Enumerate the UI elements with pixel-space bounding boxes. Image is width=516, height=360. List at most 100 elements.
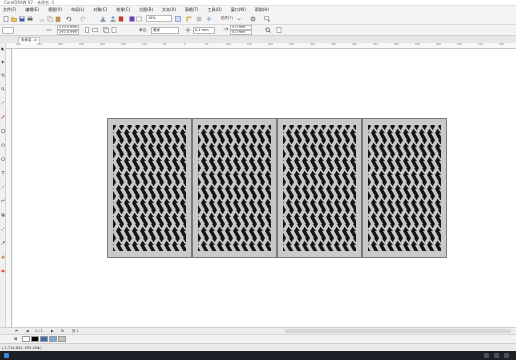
- full-screen-icon[interactable]: [175, 16, 181, 22]
- ruler-tick-label: 200: [268, 43, 273, 46]
- start-button-icon[interactable]: [4, 353, 9, 358]
- artwork-panel[interactable]: [362, 118, 447, 258]
- page-size-preset-field[interactable]: [2, 27, 14, 34]
- cut-icon[interactable]: [39, 16, 45, 22]
- ruler-tick-label: 550: [415, 43, 420, 46]
- artwork-panel[interactable]: [277, 118, 362, 258]
- page-height-field[interactable]: 297.0 mm: [57, 30, 79, 35]
- text-tool-icon[interactable]: [1, 171, 5, 175]
- landscape-icon[interactable]: [92, 27, 98, 33]
- vertical-ruler[interactable]: [6, 49, 12, 327]
- edit-page-icon[interactable]: [265, 27, 271, 33]
- menu-object[interactable]: 对象(C): [93, 7, 107, 13]
- menu-help[interactable]: 帮助(H): [255, 7, 269, 13]
- grid-icon[interactable]: [196, 16, 202, 22]
- geometric-pattern: [113, 125, 186, 251]
- rectangle-tool-icon[interactable]: [1, 129, 5, 133]
- open-folder-icon[interactable]: [11, 16, 17, 22]
- color-swatch[interactable]: [31, 336, 39, 342]
- geometric-pattern: [283, 125, 356, 251]
- standard-toolbar: 16% 贴齐(T): [0, 13, 516, 25]
- ruler-tick-label: 600: [436, 43, 441, 46]
- options-gear-icon[interactable]: [250, 16, 256, 22]
- drop-shadow-icon[interactable]: [1, 213, 5, 217]
- artistic-media-icon[interactable]: [1, 115, 5, 119]
- undo-icon[interactable]: [66, 16, 72, 22]
- ruler-tick-label: 450: [373, 43, 378, 46]
- snap-to-dropdown[interactable]: 贴齐(T): [221, 15, 233, 22]
- color-swatch[interactable]: [40, 336, 48, 342]
- crop-tool-icon[interactable]: [1, 73, 5, 77]
- tray-icon[interactable]: [484, 353, 489, 358]
- launch-dropdown-icon[interactable]: [264, 16, 270, 22]
- welcome-screen-icon[interactable]: [136, 16, 142, 22]
- interactive-fill-icon[interactable]: [1, 255, 5, 259]
- eyedropper-icon[interactable]: [1, 241, 5, 245]
- menu-edit[interactable]: 编辑(E): [25, 7, 39, 13]
- menu-text[interactable]: 文本(X): [162, 7, 176, 13]
- menu-table[interactable]: 表格(T): [185, 7, 199, 13]
- new-document-icon[interactable]: [3, 16, 9, 22]
- artwork-panel[interactable]: [107, 118, 192, 258]
- shape-tool-icon[interactable]: [1, 60, 5, 64]
- ellipse-tool-icon[interactable]: [1, 143, 5, 147]
- document-tabs: 未命名 -1 ×: [0, 36, 516, 43]
- no-fill-swatch-icon[interactable]: ⊠: [14, 335, 17, 343]
- app-launcher-icon[interactable]: [129, 16, 135, 22]
- color-swatch[interactable]: [49, 336, 57, 342]
- print-icon[interactable]: [27, 16, 33, 22]
- ruler-tick-label: 50: [163, 43, 167, 46]
- menu-tools[interactable]: 工具(O): [207, 7, 221, 13]
- page-options-icon[interactable]: [276, 27, 282, 33]
- parallel-dimension-icon[interactable]: [1, 185, 5, 189]
- rulers-icon[interactable]: [186, 16, 192, 22]
- nudge-distance-field[interactable]: 0.1 mm: [193, 27, 215, 34]
- ruler-tick-label: 300: [310, 43, 315, 46]
- color-swatch[interactable]: [22, 336, 30, 342]
- all-pages-icon[interactable]: [103, 27, 109, 33]
- ruler-tick-label: 100: [226, 43, 231, 46]
- polygon-tool-icon[interactable]: [1, 157, 5, 161]
- zoom-level-field[interactable]: 16%: [146, 15, 172, 22]
- redo-icon[interactable]: [80, 16, 86, 22]
- os-taskbar: [0, 351, 516, 360]
- transparency-icon[interactable]: [1, 227, 5, 231]
- menu-bitmaps[interactable]: 位图(B): [139, 7, 153, 13]
- duplicate-y-field[interactable]: 5.0 mm: [230, 30, 252, 35]
- connector-tool-icon[interactable]: [1, 199, 5, 203]
- guidelines-icon[interactable]: [206, 16, 212, 22]
- drawing-canvas[interactable]: [13, 49, 516, 327]
- menu-layout[interactable]: 布局(L): [71, 7, 84, 13]
- current-page-icon[interactable]: [111, 27, 117, 33]
- menu-file[interactable]: 文件(F): [3, 7, 16, 13]
- pick-tool-icon[interactable]: [1, 47, 5, 51]
- zoom-tool-icon[interactable]: [1, 87, 5, 91]
- publish-pdf-icon[interactable]: [118, 16, 124, 22]
- units-dropdown[interactable]: 毫米: [151, 27, 179, 34]
- ruler-tick-label: 500: [394, 43, 399, 46]
- tray-icon[interactable]: [504, 353, 509, 358]
- horizontal-scrollbar[interactable]: [285, 329, 511, 333]
- duplicate-distance-icon: [223, 27, 229, 31]
- import-icon[interactable]: [100, 16, 106, 22]
- ruler-tick-label: 750: [499, 43, 504, 46]
- export-icon[interactable]: [110, 16, 116, 22]
- tray-icon[interactable]: [494, 353, 499, 358]
- freehand-tool-icon[interactable]: [1, 101, 5, 105]
- property-bar: 270.0 mm 297.0 mm 单位: 毫米 0.1 mm 5.0 mm 5…: [0, 25, 516, 36]
- portrait-icon[interactable]: [84, 27, 90, 33]
- save-icon[interactable]: [19, 16, 25, 22]
- color-swatch[interactable]: [58, 336, 66, 342]
- geometric-pattern: [198, 125, 271, 251]
- menu-view[interactable]: 视图(V): [48, 7, 62, 13]
- paste-icon[interactable]: [55, 16, 61, 22]
- copy-icon[interactable]: [47, 16, 53, 22]
- snap-chevron-icon[interactable]: [237, 16, 241, 22]
- ruler-tick-label: 350: [331, 43, 336, 46]
- menu-effects[interactable]: 效果(C): [116, 7, 130, 13]
- ruler-tick-label: 100: [142, 43, 147, 46]
- menu-window[interactable]: 窗口(W): [231, 7, 246, 13]
- artwork-panel[interactable]: [192, 118, 277, 258]
- smart-fill-icon[interactable]: [1, 269, 5, 273]
- ruler-tick-label: 700: [478, 43, 483, 46]
